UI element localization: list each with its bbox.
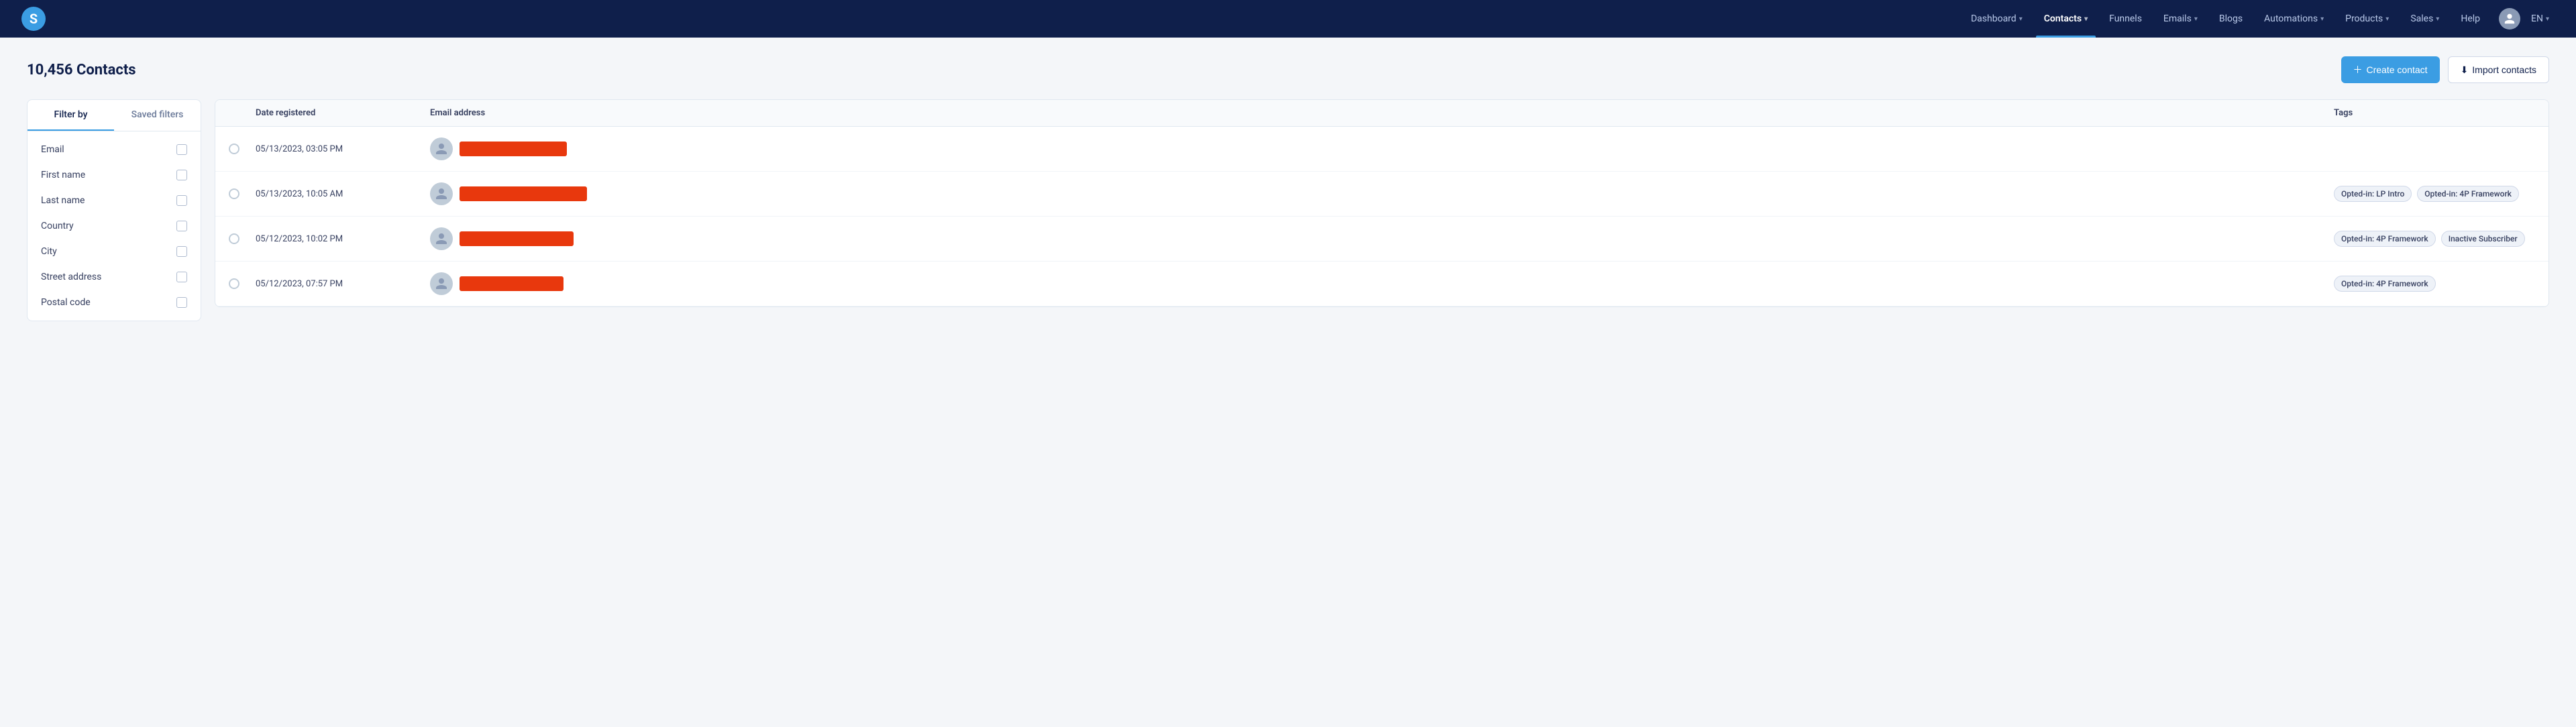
date-cell: 05/12/2023, 10:02 PM xyxy=(256,234,430,244)
filter-item-last-name[interactable]: Last name xyxy=(28,188,201,213)
nav-item-help[interactable]: Help xyxy=(2453,9,2488,28)
avatar xyxy=(430,182,453,205)
filter-checkbox-email[interactable] xyxy=(176,144,187,155)
filter-item-email[interactable]: Email xyxy=(28,137,201,162)
tab-saved-filters[interactable]: Saved filters xyxy=(114,100,201,131)
date-cell: 05/12/2023, 07:57 PM xyxy=(256,279,430,289)
filter-checkbox-city[interactable] xyxy=(176,246,187,257)
filter-item-city[interactable]: City xyxy=(28,239,201,264)
filter-checkbox-street-address[interactable] xyxy=(176,272,187,282)
email-cell xyxy=(430,182,2334,205)
nav-item-automations[interactable]: Automations ▾ xyxy=(2256,9,2332,28)
sidebar-tabs: Filter by Saved filters xyxy=(28,100,201,131)
tags-cell: Opted-in: LP Intro Opted-in: 4P Framewor… xyxy=(2334,186,2535,202)
email-cell xyxy=(430,137,2334,160)
avatar xyxy=(430,227,453,250)
email-redacted xyxy=(460,142,567,156)
filter-item-country[interactable]: Country xyxy=(28,213,201,239)
col-email-address: Email address xyxy=(430,108,2334,118)
tags-cell: Opted-in: 4P Framework Inactive Subscrib… xyxy=(2334,231,2535,247)
row-select-radio[interactable] xyxy=(229,278,239,289)
avatar xyxy=(430,137,453,160)
import-contacts-button[interactable]: ⬇ Import contacts xyxy=(2448,56,2549,83)
create-contact-button[interactable]: ＋ Create contact xyxy=(2341,56,2440,83)
filter-checkbox-first-name[interactable] xyxy=(176,170,187,180)
email-redacted xyxy=(460,231,574,246)
tag: Opted-in: LP Intro xyxy=(2334,186,2412,202)
chevron-down-icon: ▾ xyxy=(2084,15,2088,23)
filter-checkbox-country[interactable] xyxy=(176,221,187,231)
page-title: 10,456 Contacts xyxy=(27,62,136,78)
tag: Opted-in: 4P Framework xyxy=(2417,186,2519,202)
col-date-registered: Date registered xyxy=(256,108,430,118)
table-header: Date registered Email address Tags xyxy=(215,100,2548,127)
nav-item-products[interactable]: Products ▾ xyxy=(2337,9,2397,28)
tags-cell: Opted-in: 4P Framework xyxy=(2334,276,2535,292)
nav-item-sales[interactable]: Sales ▾ xyxy=(2402,9,2447,28)
filter-item-street-address[interactable]: Street address xyxy=(28,264,201,290)
date-cell: 05/13/2023, 03:05 PM xyxy=(256,144,430,154)
chevron-down-icon: ▾ xyxy=(2320,15,2324,23)
header-actions: ＋ Create contact ⬇ Import contacts xyxy=(2341,56,2550,83)
chevron-down-icon: ▾ xyxy=(2385,15,2389,23)
email-redacted xyxy=(460,186,587,201)
page-header: 10,456 Contacts ＋ Create contact ⬇ Impor… xyxy=(27,56,2549,83)
contacts-table: Date registered Email address Tags 05/13… xyxy=(215,99,2549,307)
col-tags: Tags xyxy=(2334,108,2535,118)
content-layout: Filter by Saved filters Email First name… xyxy=(27,99,2549,321)
table-row[interactable]: 05/13/2023, 03:05 PM xyxy=(215,127,2548,172)
avatar xyxy=(430,272,453,295)
filter-sidebar: Filter by Saved filters Email First name… xyxy=(27,99,201,321)
row-select-radio[interactable] xyxy=(229,144,239,154)
tag: Inactive Subscriber xyxy=(2441,231,2525,247)
filter-item-postal-code[interactable]: Postal code xyxy=(28,290,201,315)
email-redacted xyxy=(460,276,564,291)
table-row[interactable]: 05/12/2023, 07:57 PM Opted-in: 4P Framew… xyxy=(215,262,2548,306)
tab-filter-by[interactable]: Filter by xyxy=(28,100,114,131)
filter-item-first-name[interactable]: First name xyxy=(28,162,201,188)
table-row[interactable]: 05/13/2023, 10:05 AM Opted-in: LP Intro … xyxy=(215,172,2548,217)
nav-item-emails[interactable]: Emails ▾ xyxy=(2155,9,2206,28)
tag: Opted-in: 4P Framework xyxy=(2334,276,2436,292)
logo[interactable]: S xyxy=(21,7,46,31)
navbar: S Dashboard ▾ Contacts ▾ Funnels Emails … xyxy=(0,0,2576,38)
chevron-down-icon: ▾ xyxy=(2436,15,2439,23)
row-select-radio[interactable] xyxy=(229,188,239,199)
table-row[interactable]: 05/12/2023, 10:02 PM Opted-in: 4P Framew… xyxy=(215,217,2548,262)
plus-icon: ＋ xyxy=(2353,63,2363,76)
nav-item-funnels[interactable]: Funnels xyxy=(2101,9,2150,28)
filter-list: Email First name Last name Country City xyxy=(28,131,201,321)
date-cell: 05/13/2023, 10:05 AM xyxy=(256,189,430,199)
avatar[interactable] xyxy=(2499,8,2520,30)
filter-checkbox-last-name[interactable] xyxy=(176,195,187,206)
filter-checkbox-postal-code[interactable] xyxy=(176,297,187,308)
email-cell xyxy=(430,227,2334,250)
tag: Opted-in: 4P Framework xyxy=(2334,231,2436,247)
import-icon: ⬇ xyxy=(2461,64,2469,76)
nav-item-blogs[interactable]: Blogs xyxy=(2211,9,2251,28)
main-content: 10,456 Contacts ＋ Create contact ⬇ Impor… xyxy=(0,38,2576,340)
email-cell xyxy=(430,272,2334,295)
chevron-down-icon: ▾ xyxy=(2019,15,2023,23)
nav-item-contacts[interactable]: Contacts ▾ xyxy=(2036,9,2096,28)
nav-item-dashboard[interactable]: Dashboard ▾ xyxy=(1963,9,2031,28)
chevron-down-icon: ▾ xyxy=(2546,15,2549,23)
chevron-down-icon: ▾ xyxy=(2194,15,2198,23)
row-select-radio[interactable] xyxy=(229,233,239,244)
language-selector[interactable]: EN ▾ xyxy=(2526,9,2555,28)
